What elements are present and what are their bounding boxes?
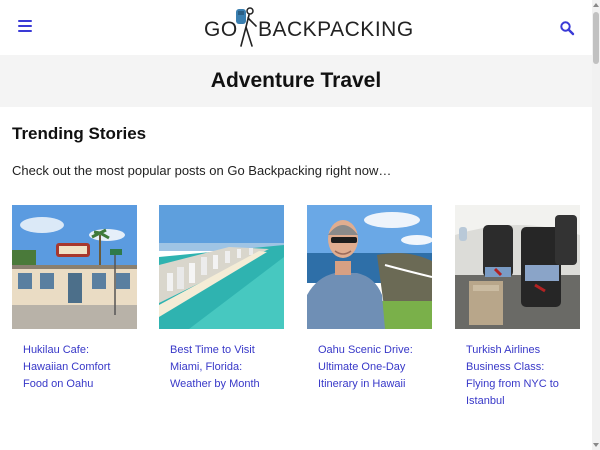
scroll-down-arrow-icon[interactable] bbox=[593, 441, 599, 449]
site-logo[interactable]: GO BACKPACKING bbox=[204, 6, 413, 50]
post-thumbnail-image[interactable] bbox=[455, 205, 580, 329]
post-card: Oahu Scenic Drive: Ultimate One-Day Itin… bbox=[307, 205, 432, 435]
post-title-link[interactable]: Best Time to Visit Miami, Florida: Weath… bbox=[170, 342, 280, 393]
post-card: Turkish Airlines Business Class: Flying … bbox=[455, 205, 580, 435]
page-title: Adventure Travel bbox=[210, 69, 382, 92]
post-thumbnail-image[interactable] bbox=[307, 205, 432, 329]
category-banner: Adventure Travel bbox=[0, 55, 592, 107]
backpacker-figure-icon bbox=[236, 7, 257, 47]
section-title: Trending Stories bbox=[12, 124, 147, 143]
post-card: Best Time to Visit Miami, Florida: Weath… bbox=[159, 205, 284, 435]
scrollbar-thumb[interactable] bbox=[593, 12, 599, 64]
logo-text-backpacking: BACKPACKING bbox=[258, 18, 414, 41]
post-thumbnail-image[interactable] bbox=[159, 205, 284, 329]
post-thumbnail-image[interactable] bbox=[12, 205, 137, 329]
hamburger-menu-icon[interactable] bbox=[18, 20, 32, 34]
section-intro: Check out the most popular posts on Go B… bbox=[12, 163, 392, 178]
scroll-up-arrow-icon[interactable] bbox=[593, 1, 599, 9]
site-header: GO BACKPACKING bbox=[0, 0, 592, 55]
search-icon[interactable] bbox=[559, 20, 575, 36]
post-card: Hukilau Cafe: Hawaiian Comfort Food on O… bbox=[12, 205, 137, 435]
post-title-link[interactable]: Hukilau Cafe: Hawaiian Comfort Food on O… bbox=[23, 342, 133, 393]
page-scrollbar[interactable] bbox=[592, 0, 600, 450]
post-title-link[interactable]: Turkish Airlines Business Class: Flying … bbox=[466, 342, 576, 410]
post-title-link[interactable]: Oahu Scenic Drive: Ultimate One-Day Itin… bbox=[318, 342, 428, 393]
